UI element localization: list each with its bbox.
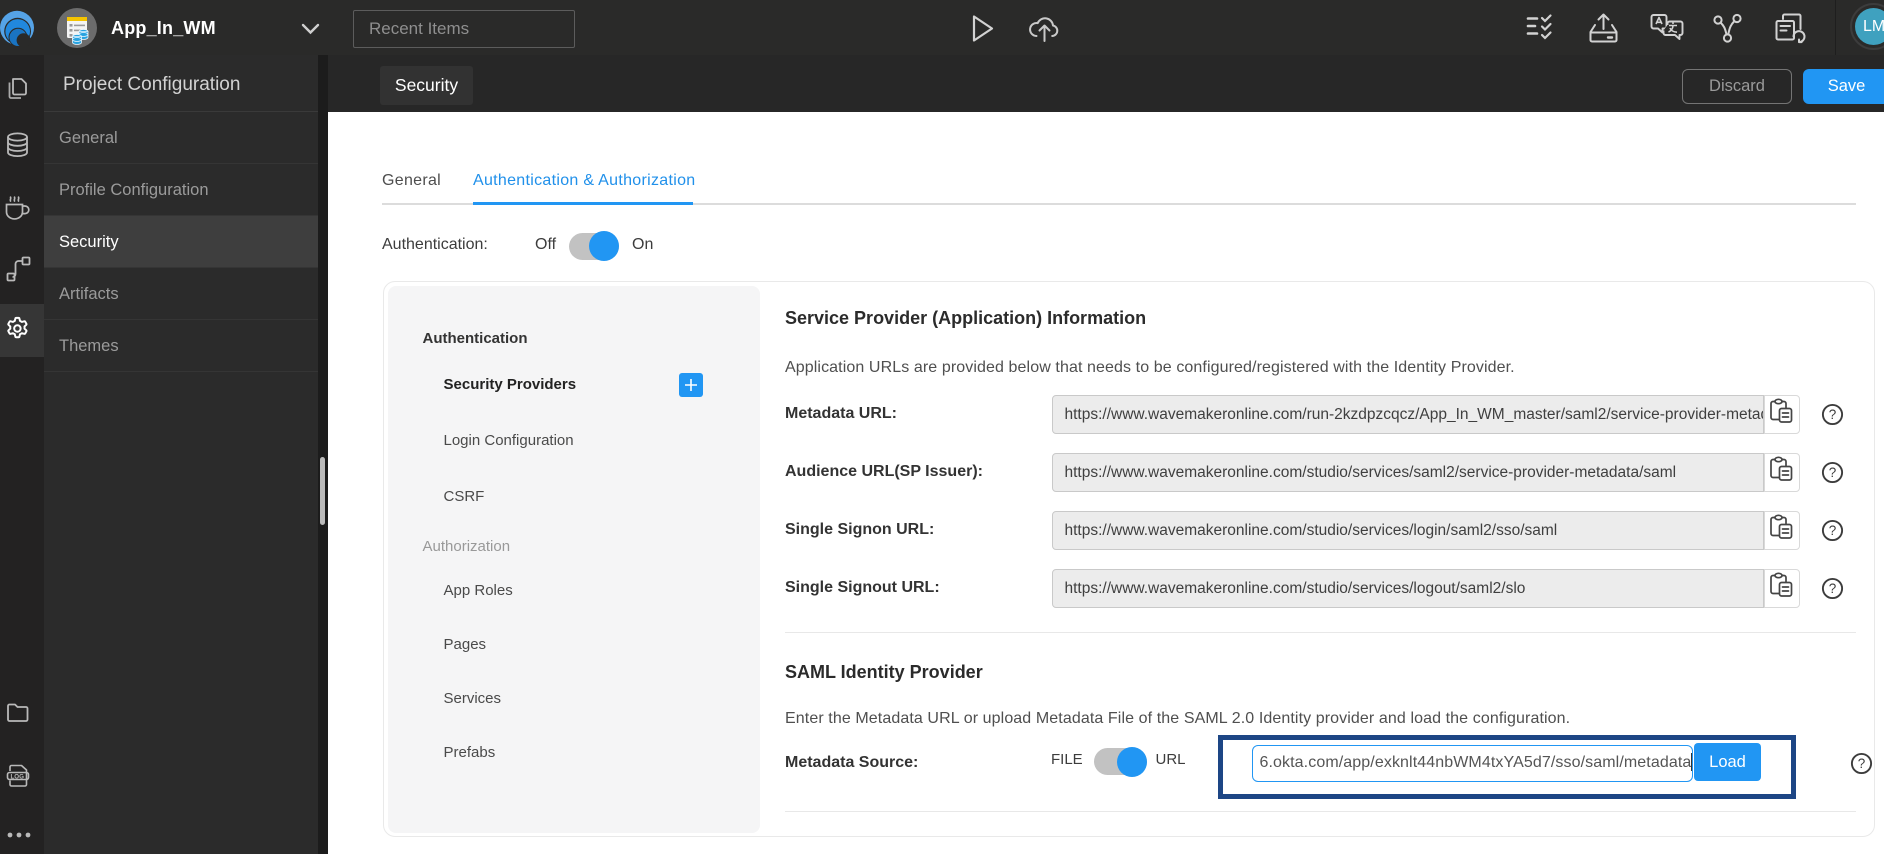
svg-text:?: ? xyxy=(1828,465,1836,480)
svg-text:?: ? xyxy=(1858,756,1866,771)
svg-text:?: ? xyxy=(1828,523,1836,538)
svg-text:LOG: LOG xyxy=(11,773,25,780)
svg-text:?: ? xyxy=(1828,581,1836,596)
svg-text:?: ? xyxy=(1828,407,1836,422)
